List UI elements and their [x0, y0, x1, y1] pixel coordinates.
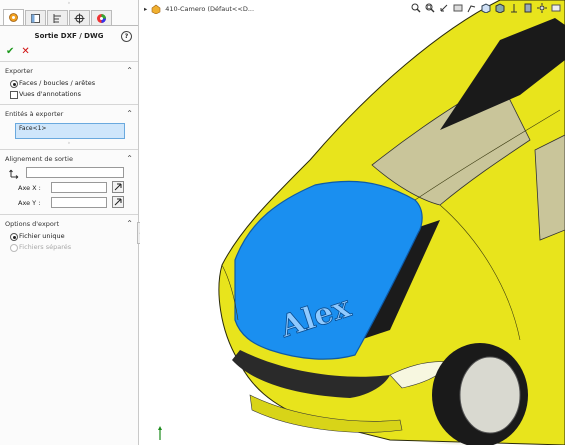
collapse-caret-icon[interactable]: ⌃ [126, 217, 133, 231]
radio-selected-icon[interactable] [10, 80, 18, 88]
pane-grip[interactable]: ◦ [0, 0, 138, 8]
display-manager-icon [97, 13, 106, 23]
configuration-manager-icon [53, 13, 61, 23]
display-style-icon[interactable] [494, 2, 505, 13]
action-buttons: ✔ ✕ [0, 44, 138, 59]
front-wheel-rim [459, 356, 521, 434]
origin-row [0, 166, 138, 181]
export-options-group-title: Options d'export [5, 220, 60, 228]
property-manager-icon [31, 13, 40, 23]
x-axis-input[interactable] [51, 182, 107, 193]
tab-configuration-manager[interactable] [47, 10, 68, 25]
entities-selection-box[interactable]: Face<1> [15, 123, 125, 139]
y-axis-reverse-button[interactable] [112, 196, 124, 208]
car-model[interactable]: Alex [140, 0, 565, 445]
expand-arrow-icon[interactable]: ▸ [144, 5, 147, 13]
property-manager-pane: ◦ Sortie DXF / DWG ? ✔ ✕ Exporter ⌃ Face… [0, 0, 139, 445]
edit-appearance-icon[interactable] [522, 2, 533, 13]
y-axis-row: Axe Y : [0, 196, 138, 211]
checkbox-annotation-views[interactable]: Vues d'annotations [0, 89, 138, 100]
cancel-x-icon[interactable]: ✕ [21, 46, 29, 57]
view-orientation-icon[interactable] [480, 2, 491, 13]
feature-tree-flyout[interactable]: ▸ 410-Camero (Défaut<<D... [144, 3, 254, 15]
dynamic-annotation-icon[interactable] [466, 2, 477, 13]
side-window [534, 134, 565, 241]
radio-single-file[interactable]: Fichier unique [0, 231, 138, 242]
alignment-group-title: Alignement de sortie [5, 155, 73, 163]
reverse-direction-icon [114, 183, 122, 191]
x-axis-reverse-button[interactable] [112, 181, 124, 193]
collapse-caret-icon[interactable]: ⌃ [126, 107, 133, 121]
tab-display-manager[interactable] [91, 10, 112, 25]
tree-part-label: 410-Camero (Défaut<<D... [165, 5, 255, 13]
origin-input[interactable] [26, 167, 124, 178]
radio-selected-icon[interactable] [10, 233, 18, 241]
zoom-to-area-icon[interactable] [424, 2, 435, 13]
origin-axes-icon [9, 169, 19, 179]
previous-view-icon[interactable] [438, 2, 449, 13]
apply-scene-icon[interactable] [536, 2, 547, 13]
tab-feature-manager[interactable] [3, 9, 24, 25]
view-settings-icon[interactable] [550, 2, 561, 13]
reverse-direction-icon [114, 198, 122, 206]
radio-icon[interactable] [10, 244, 18, 252]
tab-dimxpert[interactable] [69, 10, 90, 25]
x-axis-label: Axe X : [18, 184, 41, 192]
y-axis-label: Axe Y : [18, 199, 41, 207]
entities-group: Entités à exporter ⌃ Face<1> ◦ [0, 107, 138, 147]
part-icon [151, 4, 161, 14]
dimxpert-icon [74, 13, 85, 23]
feature-manager-icon [9, 13, 18, 22]
entities-group-title: Entités à exporter [5, 110, 64, 118]
x-axis-row: Axe X : [0, 181, 138, 196]
panel-title-text: Sortie DXF / DWG [34, 32, 104, 40]
export-group-title: Exporter [5, 67, 33, 75]
zoom-to-fit-icon[interactable] [410, 2, 421, 13]
section-view-icon[interactable] [452, 2, 463, 13]
hide-show-items-icon[interactable] [508, 2, 519, 13]
tab-property-manager[interactable] [25, 10, 46, 25]
radio-separate-files[interactable]: Fichiers séparés [0, 242, 138, 253]
heads-up-toolbar [410, 2, 561, 13]
collapse-caret-icon[interactable]: ⌃ [126, 64, 133, 78]
panel-title: Sortie DXF / DWG ? [0, 29, 138, 44]
selection-box-resize-grip[interactable]: ◦ [0, 141, 138, 147]
radio-faces-loops-edges[interactable]: Faces / boucles / arêtes [0, 78, 138, 89]
reference-triad-icon [158, 426, 162, 440]
export-options-group: Options d'export ⌃ Fichier unique Fichie… [0, 217, 138, 253]
y-axis-input[interactable] [51, 197, 107, 208]
alignment-group: Alignement de sortie ⌃ Axe X : Axe Y : [0, 152, 138, 211]
manager-tabs [0, 8, 138, 26]
ok-check-icon[interactable]: ✔ [6, 46, 14, 57]
graphics-viewport[interactable]: ▸ 410-Camero (Défaut<<D... Alex [140, 0, 565, 445]
checkbox-icon[interactable] [10, 91, 18, 99]
export-group: Exporter ⌃ Faces / boucles / arêtes Vues… [0, 64, 138, 100]
help-icon[interactable]: ? [121, 31, 132, 42]
collapse-caret-icon[interactable]: ⌃ [126, 152, 133, 166]
